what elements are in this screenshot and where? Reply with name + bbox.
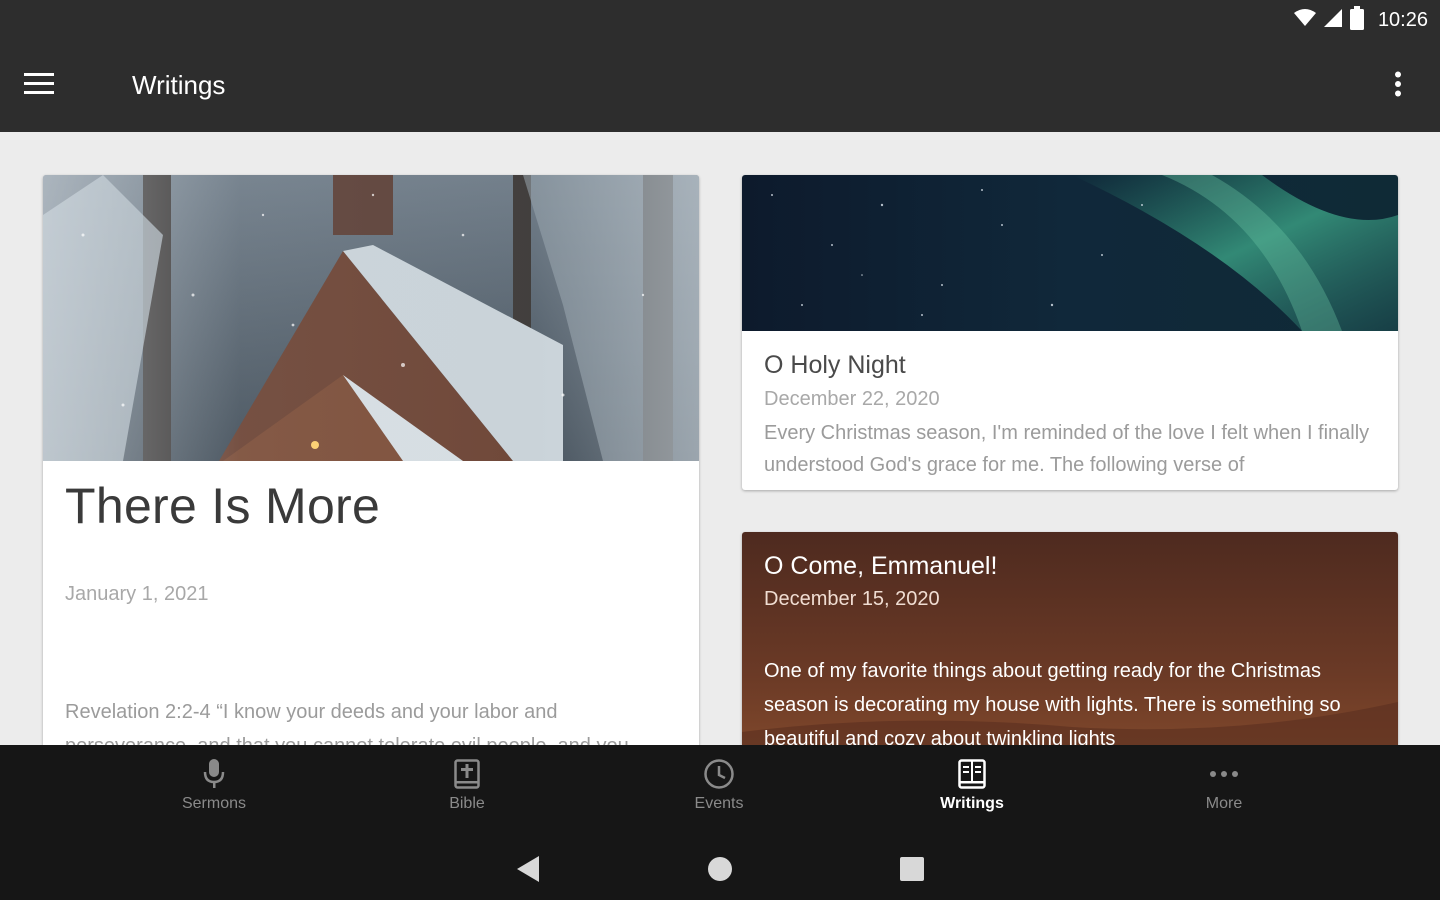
back-icon (517, 855, 539, 887)
more-horiz-icon (1207, 757, 1241, 791)
post-title: O Holy Night (764, 351, 906, 379)
post-excerpt: Revelation 2:2-4 “I know your deeds and … (65, 701, 629, 745)
post-card[interactable]: O Holy Night December 22, 2020 Every Chr… (742, 175, 1398, 490)
menu-button[interactable] (24, 62, 84, 110)
more-vert-icon (1394, 71, 1402, 102)
system-navigation-bar (0, 840, 1440, 900)
nav-item-events[interactable]: Events (644, 757, 794, 829)
post-date: December 15, 2020 (764, 588, 940, 610)
clock-icon (702, 757, 736, 791)
nav-item-writings[interactable]: Writings (897, 757, 1047, 829)
back-button[interactable] (503, 848, 553, 894)
bottom-navigation: Sermons Bible Events Writings More (0, 745, 1440, 840)
app-bar: Writings (0, 40, 1440, 132)
page-title: Writings (132, 70, 226, 100)
home-button[interactable] (695, 848, 745, 894)
book-open-icon (955, 757, 989, 791)
nav-item-more[interactable]: More (1149, 757, 1299, 829)
hamburger-menu-icon (24, 72, 54, 100)
post-excerpt: Every Christmas season, I'm reminded of … (764, 422, 1370, 476)
nav-item-label: Events (694, 795, 744, 812)
post-date: December 22, 2020 (764, 388, 940, 410)
snowy-cabin-image (43, 175, 699, 461)
battery-icon (1349, 5, 1364, 35)
nav-item-label: Writings (940, 795, 1004, 812)
post-title: There Is More (65, 478, 381, 534)
status-bar: 10:26 (0, 0, 1440, 40)
cell-signal-icon (1323, 8, 1342, 32)
nav-item-label: Bible (449, 795, 485, 812)
nav-item-label: More (1205, 795, 1243, 812)
writings-list[interactable]: There Is More January 1, 2021 Revelation… (0, 132, 1440, 745)
status-icons: 10:26 (1293, 5, 1428, 35)
post-excerpt: One of my favorite things about getting … (764, 660, 1341, 745)
post-title: O Come, Emmanuel! (764, 552, 998, 580)
nav-item-bible[interactable]: Bible (392, 757, 542, 829)
post-card[interactable]: O Come, Emmanuel! December 15, 2020 One … (742, 532, 1398, 745)
recents-icon (900, 856, 924, 886)
recents-button[interactable] (887, 848, 937, 894)
nav-item-label: Sermons (181, 795, 247, 812)
microphone-icon (197, 757, 231, 791)
post-date: January 1, 2021 (65, 583, 209, 605)
aurora-night-sky-image (742, 175, 1398, 331)
bible-icon (450, 757, 484, 791)
wifi-icon (1293, 8, 1316, 32)
post-card-featured[interactable]: There Is More January 1, 2021 Revelation… (43, 175, 699, 745)
status-time: 10:26 (1377, 8, 1428, 31)
home-icon (707, 856, 733, 887)
nav-item-sermons[interactable]: Sermons (139, 757, 289, 829)
overflow-menu-button[interactable] (1378, 64, 1418, 108)
